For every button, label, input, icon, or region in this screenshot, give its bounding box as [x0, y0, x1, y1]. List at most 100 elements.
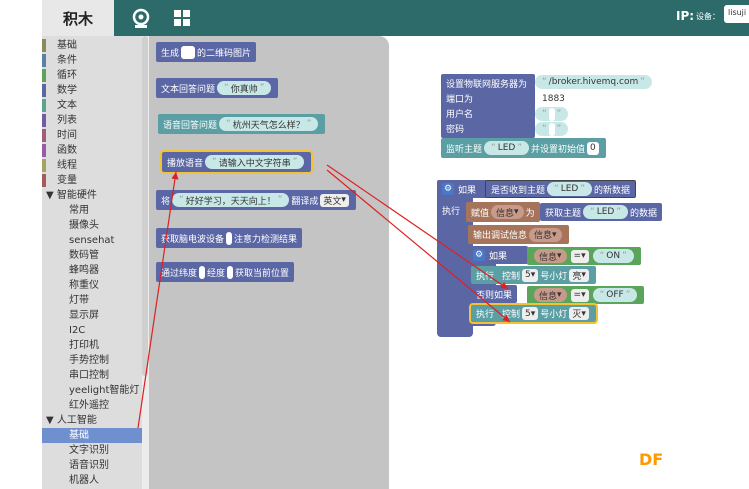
- category-label: sensehat: [69, 235, 115, 246]
- category-item[interactable]: 蜂鸣器: [42, 263, 142, 278]
- get-topic-data-block[interactable]: 获取主题 “LED” 的数据: [540, 203, 663, 221]
- category-item[interactable]: 条件: [42, 53, 142, 68]
- assign-block[interactable]: 赋值 信息 ▾ 为: [466, 202, 540, 222]
- port-input[interactable]: 1883: [539, 92, 568, 105]
- compare-value-input[interactable]: “ON”: [592, 249, 634, 263]
- op-value: =: [573, 290, 582, 300]
- flyout-location-block[interactable]: 通过纬度 经度 获取当前位置: [156, 262, 295, 282]
- state-dropdown[interactable]: 灭 ▾: [569, 307, 589, 320]
- string-value: 你真帅: [230, 84, 258, 95]
- init-value-input[interactable]: 0: [587, 141, 599, 155]
- control-light-block-off[interactable]: 执行 控制 5 ▾ 号小灯 灭 ▾: [469, 303, 598, 324]
- category-item[interactable]: 循环: [42, 68, 142, 83]
- username-input[interactable]: “”: [535, 107, 569, 121]
- category-item[interactable]: ▼ 人工智能: [42, 413, 142, 428]
- password-input[interactable]: “”: [535, 122, 569, 136]
- compare-value: ON: [606, 251, 621, 261]
- category-item[interactable]: 文本: [42, 98, 142, 113]
- category-item[interactable]: 基础: [42, 38, 142, 53]
- category-toolbox: 基础 条件 循环 数学 文本 列表 时间 函数 线程 变量 ▼ 智能硬件 常用 摄像头 sensehat 数…: [42, 36, 142, 489]
- string-input[interactable]: “你真帅”: [217, 81, 272, 95]
- category-item[interactable]: 摄像头: [42, 218, 142, 233]
- variable-dropdown[interactable]: 信息 ▾: [534, 288, 567, 302]
- flyout-translate-block[interactable]: 将 “好好学习，天天向上！” 翻译成 英文 ▾: [156, 190, 356, 210]
- string-input[interactable]: “好好学习，天天向上！”: [172, 193, 290, 207]
- flyout-play-voice-block[interactable]: 播放语音 “请输入中文字符串”: [159, 150, 314, 174]
- operator-dropdown[interactable]: = ▾: [570, 288, 589, 302]
- category-label: I2C: [69, 325, 86, 336]
- category-item[interactable]: 时间: [42, 128, 142, 143]
- category-item[interactable]: 数码管: [42, 248, 142, 263]
- operator-dropdown[interactable]: = ▾: [570, 249, 589, 263]
- topic-input[interactable]: “LED”: [583, 205, 628, 219]
- category-item[interactable]: 基础: [42, 428, 142, 443]
- category-item[interactable]: 串口控制: [42, 368, 142, 383]
- block-label: 翻译成: [291, 196, 319, 207]
- string-input[interactable]: “杭州天气怎么样？”: [219, 117, 319, 131]
- toolbox-scrollbar[interactable]: [142, 36, 148, 376]
- category-label: 变量: [57, 175, 77, 186]
- category-item[interactable]: 语音识别: [42, 458, 142, 473]
- category-item[interactable]: sensehat: [42, 233, 142, 248]
- device-label: 设备：: [696, 12, 720, 21]
- mqtt-setup-block[interactable]: 设置物联网服务器为 端口为 用户名 密码: [441, 74, 535, 138]
- block-label: 并设置初始值: [531, 144, 586, 155]
- category-item[interactable]: I2C: [42, 323, 142, 338]
- variable-dropdown[interactable]: 信息 ▾: [534, 249, 567, 263]
- category-item[interactable]: 打印机: [42, 338, 142, 353]
- listen-topic-block[interactable]: 监听主题 “LED” 并设置初始值 0: [441, 138, 606, 158]
- category-item[interactable]: 函数: [42, 143, 142, 158]
- camera-icon[interactable]: [130, 7, 152, 29]
- category-item[interactable]: ▼ 智能硬件: [42, 188, 142, 203]
- string-input[interactable]: “请输入中文字符串”: [205, 155, 305, 169]
- receive-topic-block[interactable]: 是否收到主题 “LED” 的新数据: [485, 180, 637, 198]
- variable-dropdown[interactable]: 信息 ▾: [491, 205, 524, 219]
- compare-block-on[interactable]: 信息 ▾ = ▾ “ON”: [527, 247, 641, 265]
- if-header: ⚙ 如果: [437, 180, 487, 198]
- setup-server-label: 设置物联网服务器为: [446, 80, 528, 90]
- category-item[interactable]: 数学: [42, 83, 142, 98]
- light-number-dropdown[interactable]: 5 ▾: [522, 268, 539, 282]
- server-input[interactable]: “/broker.hivemq.com”: [535, 75, 652, 89]
- flyout-qrcode-block[interactable]: 生成 的二维码图片: [156, 42, 257, 62]
- language-dropdown[interactable]: 英文 ▾: [320, 193, 349, 207]
- category-item[interactable]: yeelight智能灯: [42, 383, 142, 398]
- light-number-dropdown[interactable]: 5 ▾: [522, 307, 539, 320]
- string-value: 杭州天气怎么样？: [232, 120, 305, 131]
- compare-value-input[interactable]: “OFF”: [592, 288, 638, 302]
- category-item[interactable]: 红外遥控: [42, 398, 142, 413]
- category-item[interactable]: 列表: [42, 113, 142, 128]
- debug-output-block[interactable]: 输出调试信息 信息 ▾: [468, 225, 569, 244]
- do-label: 执行: [476, 310, 495, 320]
- category-item[interactable]: 变量: [42, 173, 142, 188]
- category-label: 蜂鸣器: [69, 265, 99, 276]
- flyout-text-answer-block[interactable]: 文本回答问题 “你真帅”: [156, 78, 279, 98]
- flyout-voice-answer-block[interactable]: 语音回答问题 “杭州天气怎么样？”: [158, 114, 326, 134]
- flyout-eeg-block[interactable]: 获取脑电波设备 注意力检测结果: [156, 228, 303, 248]
- category-item[interactable]: 常用: [42, 203, 142, 218]
- category-item[interactable]: 称重仪: [42, 278, 142, 293]
- state-dropdown[interactable]: 亮 ▾: [569, 268, 589, 282]
- grid-icon[interactable]: [171, 7, 193, 29]
- topic-input[interactable]: “LED”: [484, 141, 529, 155]
- category-item[interactable]: 灯带: [42, 293, 142, 308]
- gear-icon[interactable]: ⚙: [442, 183, 454, 195]
- app-logo: 积木: [42, 0, 114, 36]
- block-label: 号小灯: [540, 310, 568, 320]
- topic-input[interactable]: “LED”: [547, 182, 592, 196]
- category-item[interactable]: 线程: [42, 158, 142, 173]
- control-light-block-on[interactable]: 执行 控制 5 ▾ 号小灯 亮 ▾: [471, 266, 596, 284]
- variable-dropdown[interactable]: 信息 ▾: [529, 227, 562, 242]
- gear-icon[interactable]: ⚙: [473, 249, 485, 261]
- category-item[interactable]: 文字识别: [42, 443, 142, 458]
- category-label: 循环: [57, 70, 77, 81]
- category-item[interactable]: 显示屏: [42, 308, 142, 323]
- block-label: 播放语音: [167, 158, 204, 169]
- category-label: 手势控制: [69, 355, 109, 366]
- category-item[interactable]: 机器人: [42, 473, 142, 488]
- ip-input[interactable]: lisuji: [724, 5, 749, 23]
- compare-block-off[interactable]: 信息 ▾ = ▾ “OFF”: [527, 286, 645, 304]
- category-item[interactable]: 手势控制: [42, 353, 142, 368]
- block-label: 的新数据: [594, 185, 631, 196]
- block-label: 输出调试信息: [473, 231, 528, 241]
